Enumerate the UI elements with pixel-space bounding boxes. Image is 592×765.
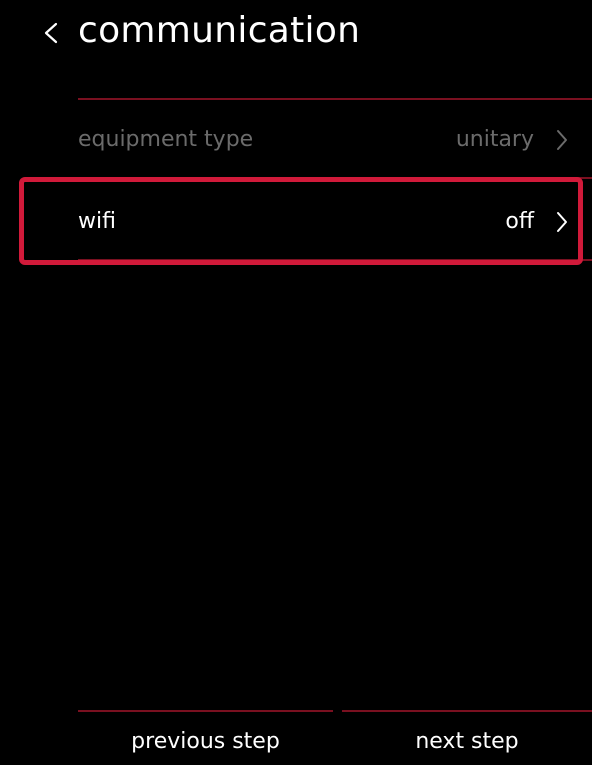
chevron-right-icon bbox=[557, 212, 567, 232]
divider bbox=[342, 710, 592, 712]
previous-step-button[interactable]: previous step bbox=[78, 722, 333, 762]
chevron-right-icon bbox=[557, 130, 567, 150]
communication-screen: communication equipment type unitary wif… bbox=[0, 0, 592, 765]
wifi-label: wifi bbox=[78, 209, 116, 234]
wifi-value: off bbox=[505, 209, 534, 234]
header: communication bbox=[0, 0, 592, 70]
divider bbox=[78, 98, 592, 100]
divider bbox=[78, 710, 333, 712]
equipment-type-value: unitary bbox=[455, 127, 534, 152]
divider bbox=[78, 259, 592, 261]
back-button[interactable] bbox=[38, 12, 68, 52]
next-step-button[interactable]: next step bbox=[342, 722, 592, 762]
chevron-left-icon bbox=[44, 22, 58, 44]
footer: previous step next step bbox=[0, 700, 592, 765]
equipment-type-label: equipment type bbox=[78, 127, 254, 152]
page-title: communication bbox=[78, 10, 361, 51]
wifi-row[interactable]: wifi off bbox=[78, 192, 578, 252]
equipment-type-row[interactable]: equipment type unitary bbox=[78, 110, 578, 170]
divider bbox=[78, 177, 592, 179]
